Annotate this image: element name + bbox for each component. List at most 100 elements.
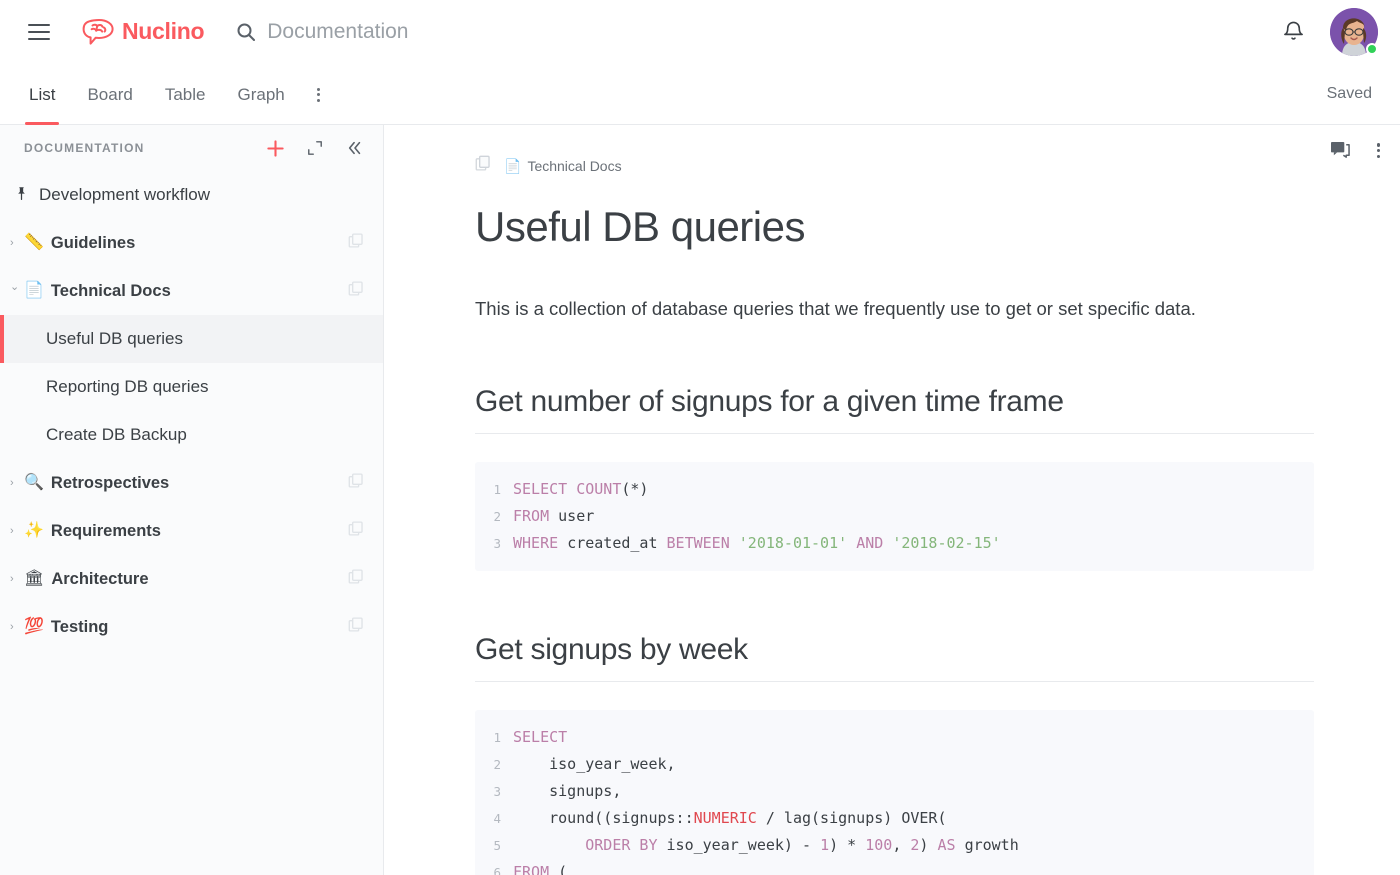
expand-icon[interactable] [305, 138, 325, 158]
chevron-right-icon[interactable]: › [10, 573, 24, 585]
item-emoji: 🔍 [24, 474, 44, 491]
line-number: 5 [493, 838, 501, 854]
sidebar-item-list: Development workflow › 📏 Guidelines ⌄ 📄 Techn… [0, 171, 383, 651]
chevron-right-icon[interactable]: › [10, 237, 24, 249]
line-number: 4 [493, 811, 501, 827]
top-bar: Nuclino [0, 0, 1400, 63]
item-emoji: 💯 [24, 618, 44, 635]
pin-icon [14, 186, 29, 205]
chevron-right-icon[interactable]: › [10, 477, 24, 489]
code-line: 2 FROM user [475, 503, 1314, 530]
item-emoji: 📄 [24, 282, 44, 299]
code-text: round((signups::NUMERIC / lag(signups) O… [513, 809, 947, 828]
code-line: 6 FROM ( [475, 859, 1314, 875]
code-text: signups, [513, 782, 622, 801]
sidebar-item-label: Technical Docs [50, 281, 171, 300]
sidebar-item-label: Architecture [51, 569, 149, 588]
code-text: WHERE created_at BETWEEN '2018-01-01' AN… [513, 534, 1001, 553]
code-text: SELECT [513, 728, 568, 747]
search-box[interactable] [236, 19, 668, 44]
sidebar-header: DOCUMENTATION [0, 125, 383, 171]
document-pane: 📄 Technical Docs Useful DB queries This … [384, 125, 1400, 875]
sidebar-item-label: Retrospectives [50, 473, 170, 492]
line-number: 6 [493, 865, 501, 875]
section-heading: Get number of signups for a given time f… [475, 385, 1314, 435]
sidebar-item-label: Guidelines [50, 233, 136, 252]
chevron-right-icon[interactable]: › [10, 621, 24, 633]
cluster-icon [348, 280, 365, 302]
sidebar-item-requirements[interactable]: › ✨ Requirements [0, 507, 383, 555]
sidebar-item-testing[interactable]: › 💯 Testing [0, 603, 383, 651]
stacked-pages-icon [475, 155, 492, 177]
code-text: iso_year_week, [513, 755, 676, 774]
sidebar-item-label: Development workflow [39, 185, 211, 204]
sidebar: DOCUMENTATION Development workflow › 📏 G… [0, 125, 384, 875]
chevron-down-icon[interactable]: ⌄ [10, 281, 24, 293]
brand-logo-link[interactable]: Nuclino [82, 18, 205, 46]
search-icon [236, 22, 256, 42]
more-vertical-icon[interactable] [316, 87, 320, 102]
code-line: 5 ORDER BY iso_year_week) - 1) * 100, 2)… [475, 832, 1314, 859]
plus-icon[interactable] [265, 138, 285, 158]
line-number: 3 [493, 784, 501, 800]
breadcrumb-emoji: 📄 [504, 157, 522, 174]
code-line: 1 SELECT COUNT(*) [475, 476, 1314, 503]
online-status-indicator [1366, 42, 1378, 55]
item-emoji: 🏛 [24, 570, 45, 587]
bell-icon[interactable] [1278, 17, 1308, 47]
section-heading: Get signups by week [475, 633, 1314, 683]
line-number: 1 [493, 730, 501, 746]
cluster-icon [348, 472, 365, 494]
line-number: 1 [493, 482, 501, 498]
more-vertical-icon[interactable] [1376, 143, 1380, 158]
cluster-icon [348, 568, 365, 590]
sidebar-item-retrospectives[interactable]: › 🔍 Retrospectives [0, 459, 383, 507]
code-text: FROM ( [513, 863, 568, 875]
sidebar-title: DOCUMENTATION [24, 141, 145, 155]
code-line: 3 signups, [475, 778, 1314, 805]
search-input[interactable] [267, 19, 668, 44]
code-block[interactable]: 1 SELECT COUNT(*) 2 FROM user 3 WHERE created… [475, 462, 1314, 572]
line-number: 2 [493, 509, 501, 525]
code-line: 4 round((signups::NUMERIC / lag(signups)… [475, 805, 1314, 832]
save-status-label: Saved [1326, 84, 1372, 102]
sidebar-item-label: Testing [50, 617, 109, 636]
sidebar-item-technical-docs[interactable]: ⌄ 📄 Technical Docs [0, 267, 383, 315]
code-block[interactable]: 1 SELECT 2 iso_year_week, 3 signups, 4 round… [475, 710, 1314, 875]
document-sections: Get number of signups for a given time f… [475, 385, 1314, 875]
tab-board[interactable]: Board [87, 85, 132, 115]
sidebar-item-guidelines[interactable]: › 📏 Guidelines [0, 219, 383, 267]
chevrons-left-icon[interactable] [345, 138, 365, 158]
view-tab-bar: List Board Table Graph Saved [0, 63, 1400, 125]
code-text: ORDER BY iso_year_week) - 1) * 100, 2) A… [585, 836, 1019, 855]
breadcrumb-label[interactable]: Technical Docs [527, 158, 621, 174]
page-title: Useful DB queries [475, 203, 805, 250]
sidebar-item-create-db-backup[interactable]: Create DB Backup [0, 411, 383, 459]
sidebar-item-development-workflow[interactable]: Development workflow [0, 171, 383, 219]
brain-speech-bubble-icon [82, 18, 116, 46]
tab-graph[interactable]: Graph [237, 85, 284, 115]
comment-icon[interactable] [1330, 141, 1351, 160]
code-text: FROM user [513, 507, 595, 526]
sidebar-item-useful-db-queries[interactable]: Useful DB queries [0, 315, 383, 363]
avatar[interactable] [1330, 7, 1378, 56]
sidebar-item-reporting-db-queries[interactable]: Reporting DB queries [0, 363, 383, 411]
sidebar-item-architecture[interactable]: › 🏛 Architecture [0, 555, 383, 603]
item-emoji: 📏 [24, 234, 44, 251]
tab-list[interactable]: List [24, 85, 61, 125]
code-line: 2 iso_year_week, [475, 751, 1314, 778]
code-line: 3 WHERE created_at BETWEEN '2018-01-01' A… [475, 530, 1314, 557]
breadcrumb[interactable]: 📄 Technical Docs [475, 155, 1314, 177]
line-number: 2 [493, 757, 501, 773]
chevron-right-icon[interactable]: › [10, 525, 24, 537]
sidebar-item-label: Create DB Backup [46, 425, 187, 444]
document-actions [1330, 141, 1380, 160]
sidebar-item-label: Requirements [50, 521, 161, 540]
cluster-icon [348, 520, 365, 542]
document-intro-paragraph: This is a collection of database queries… [475, 298, 1196, 320]
topbar-right-group [1278, 7, 1378, 56]
tab-table[interactable]: Table [165, 85, 206, 115]
code-line: 1 SELECT [475, 724, 1314, 751]
hamburger-menu-icon[interactable] [28, 23, 50, 40]
cluster-icon [348, 616, 365, 638]
